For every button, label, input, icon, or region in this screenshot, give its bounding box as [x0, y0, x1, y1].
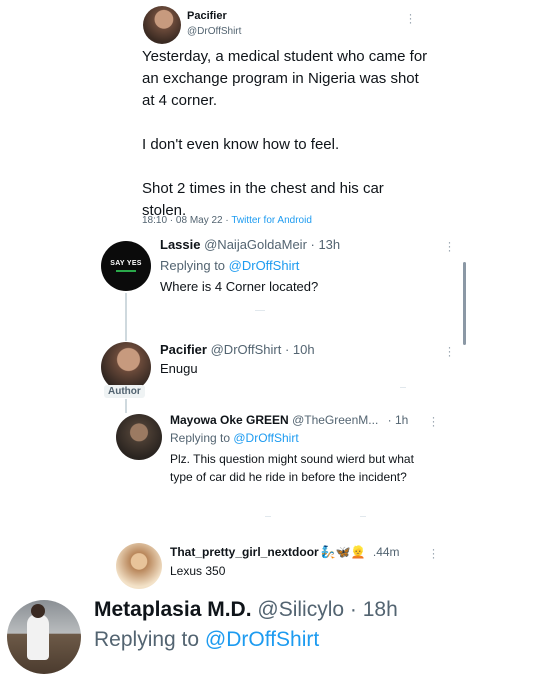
pretty-girl-time: .44m — [372, 545, 400, 559]
mayowa-more-icon[interactable]: · · · — [430, 411, 436, 431]
lassie-action-bar — [255, 310, 265, 311]
metaplasia-avatar[interactable] — [7, 600, 81, 674]
pacifier-thread-line — [125, 399, 127, 413]
main-tweet-source-link[interactable]: Twitter for Android — [231, 215, 312, 226]
pretty-girl-reply-text: Lexus 350 — [170, 564, 226, 578]
pretty-girl-name[interactable]: That_pretty_girl_nextdoor — [170, 545, 319, 559]
main-tweet-handle[interactable]: @DrOffShirt — [187, 26, 241, 37]
lassie-reply-text: Where is 4 Corner located? — [160, 279, 319, 294]
mayowa-reply-text: Plz. This question might sound wierd but… — [170, 452, 414, 484]
scrollbar-thumb[interactable] — [463, 262, 466, 345]
main-tweet-avatar[interactable] — [143, 6, 181, 44]
pretty-girl-header: That_pretty_girl_nextdoor 🧞🦋👱 .44m — [170, 545, 400, 559]
main-tweet-meta: 18:10 · 08 May 22 · Twitter for Android — [142, 215, 312, 226]
main-tweet-name[interactable]: Pacifier — [187, 10, 227, 22]
pretty-girl-avatar[interactable] — [116, 543, 162, 589]
pacifier-reply-header: Pacifier @DrOffShirt · 10h — [160, 342, 315, 357]
mayowa-replying-link[interactable]: @DrOffShirt — [233, 431, 298, 445]
mayowa-name[interactable]: Mayowa Oke GREEN — [170, 413, 289, 427]
author-badge: Author — [104, 385, 145, 398]
mayowa-replying: Replying to @DrOffShirt — [170, 431, 299, 445]
lassie-handle[interactable]: @NaijaGoldaMeir · 13h — [204, 237, 340, 252]
metaplasia-replying-link[interactable]: @DrOffShirt — [205, 628, 319, 651]
pacifier-action-bar — [400, 387, 406, 388]
mayowa-action-bar — [265, 516, 271, 517]
metaplasia-avatar-figure — [27, 614, 49, 660]
pacifier-reply-more-icon[interactable]: · · · — [446, 341, 452, 361]
metaplasia-header: Metaplasia M.D. @Silicylo · 18h — [94, 598, 398, 622]
lassie-replying: Replying to @DrOffShirt — [160, 258, 299, 273]
main-tweet-text: Yesterday, a medical student who came fo… — [142, 48, 428, 219]
pacifier-reply-name[interactable]: Pacifier — [160, 342, 207, 357]
metaplasia-replying: Replying to @DrOffShirt — [94, 628, 319, 652]
mayowa-time: · 1h — [387, 413, 409, 427]
mayowa-handle[interactable]: @TheGreenM... — [292, 413, 378, 427]
mayowa-header: Mayowa Oke GREEN @TheGreenM... · 1h — [170, 413, 440, 427]
metaplasia-replying-prefix: Replying to — [94, 628, 205, 651]
metaplasia-avatar-head — [31, 604, 45, 618]
pretty-girl-more-icon[interactable]: · · · — [430, 543, 436, 563]
pacifier-reply-handle[interactable]: @DrOffShirt · 10h — [211, 342, 315, 357]
mayowa-replying-prefix: Replying to — [170, 431, 234, 445]
main-tweet-timestamp: 18:10 · 08 May 22 · — [142, 215, 232, 226]
metaplasia-name[interactable]: Metaplasia M.D. — [94, 598, 252, 621]
lassie-avatar-text: SAY YES — [110, 260, 142, 267]
lassie-replying-prefix: Replying to — [160, 258, 229, 273]
main-tweet-more-icon[interactable]: · · · — [407, 8, 413, 28]
pretty-girl-emojis: 🧞🦋👱 — [320, 545, 366, 559]
lassie-avatar-stripe — [116, 270, 136, 272]
lassie-thread-line — [125, 293, 127, 341]
pacifier-reply-text: Enugu — [160, 361, 198, 376]
mayowa-avatar[interactable] — [116, 414, 162, 460]
lassie-more-icon[interactable]: · · · — [446, 236, 452, 256]
lassie-header: Lassie @NaijaGoldaMeir · 13h — [160, 237, 340, 252]
lassie-name[interactable]: Lassie — [160, 237, 200, 252]
metaplasia-handle[interactable]: @Silicylo · 18h — [257, 598, 397, 621]
mayowa-action-bar-2 — [360, 516, 366, 517]
lassie-replying-link[interactable]: @DrOffShirt — [229, 258, 300, 273]
lassie-avatar[interactable]: SAY YES — [101, 241, 151, 291]
